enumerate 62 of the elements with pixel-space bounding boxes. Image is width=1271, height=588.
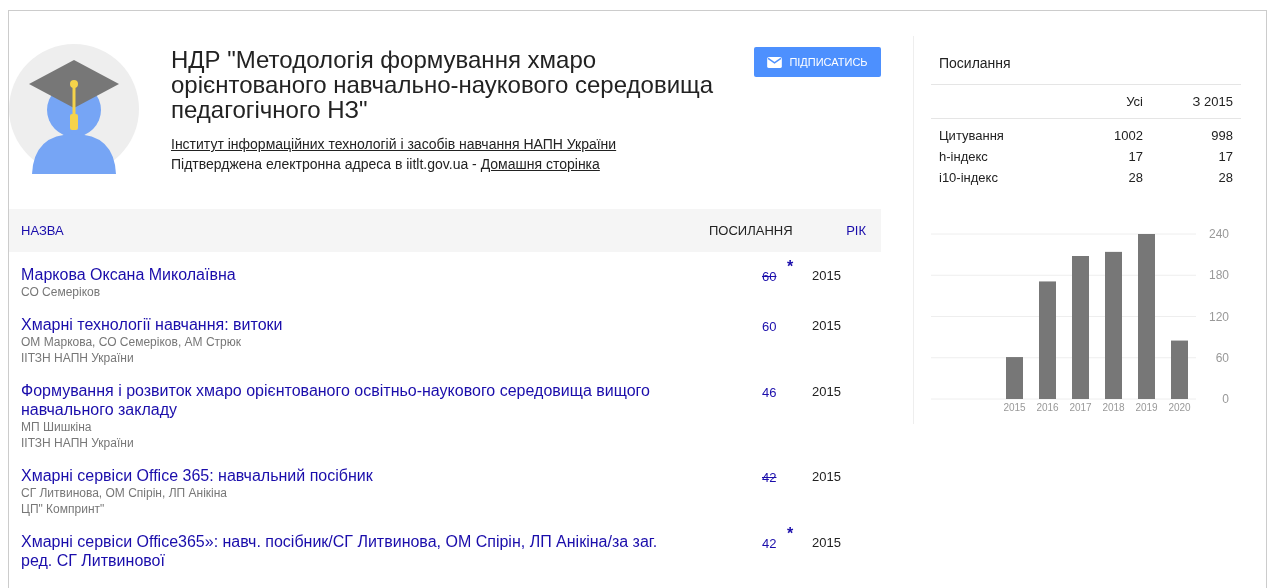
homepage-link[interactable]: Домашня сторінка	[480, 156, 600, 172]
article-meta: ІІТЗН НАПН України	[21, 350, 135, 366]
chart-bar[interactable]	[1072, 256, 1089, 399]
x-tick-label: 2016	[1036, 402, 1059, 413]
year-cell-text: 2015	[811, 267, 842, 285]
year-cell-text: 2015	[811, 468, 842, 486]
stat-label: i10-індекс	[939, 169, 999, 187]
article-meta: ЦП" Компринт"	[21, 501, 106, 517]
column-header[interactable]: ПОСИЛАННЯ	[709, 223, 809, 238]
stat-value: 28	[1217, 169, 1233, 187]
stat-value: 17	[1127, 148, 1143, 166]
article-title-link[interactable]: Хмарні сервіси Office 365: навчальний посібник	[21, 466, 689, 485]
article-title-link[interactable]: Формування і розвиток хмаро орієнтованого освітньо-наукового середовища вищого навчального закладу	[21, 381, 689, 419]
article-meta: ОМ Маркова, СО Семеріков, АМ Стрюк	[21, 334, 242, 350]
avatar-icon	[9, 44, 139, 174]
article-title-link[interactable]: Хмарні технології навчання: витоки	[21, 315, 689, 334]
column-header[interactable]: РІК	[809, 223, 881, 238]
article-meta: СГ Литвинова, ОМ Спірін, ЛП Анікіна	[21, 485, 228, 501]
citation-count-link[interactable]: 60	[762, 269, 777, 284]
citation-count-link[interactable]: 60	[762, 319, 777, 334]
x-tick-label: 2015	[1003, 402, 1026, 413]
chart-bar[interactable]	[1105, 251, 1122, 399]
stat-value: 17	[1217, 148, 1233, 166]
y-tick-label: 240	[1208, 227, 1229, 241]
year-cell-text: 2015	[811, 383, 842, 401]
x-tick-label: 2020	[1168, 402, 1191, 413]
citation-count-link[interactable]: 42	[762, 470, 777, 485]
panel-title: Посилання	[931, 36, 1241, 85]
email-note: Підтверджена електронна адреса в iitlt.gov.ua - Домашня сторінка	[171, 156, 601, 172]
stat-value: 1002	[1113, 127, 1143, 145]
x-tick-label: 2017	[1069, 402, 1092, 413]
year-cell-text: 2015	[811, 317, 842, 335]
merged-star-mark[interactable]: *	[787, 525, 794, 543]
chart-bar[interactable]	[1171, 340, 1188, 399]
column-header[interactable]: НАЗВА	[21, 223, 709, 238]
affiliation-link[interactable]: Інститут інформаційних технологій і засобів навчання НАПН України	[171, 136, 736, 152]
mail-icon	[767, 56, 783, 68]
article-title-link[interactable]: Хмарні сервіси Office365»: навч. посібник/СГ Литвинова, ОМ Спірін, ЛП Анікіна/за заг. ред. СГ Литвинової	[21, 532, 689, 570]
y-tick-label: 120	[1208, 309, 1229, 324]
citation-count-link[interactable]: 42	[762, 536, 777, 551]
stats-column-header: Усі	[1125, 93, 1143, 111]
stat-label: Цитування	[939, 127, 1005, 145]
stat-value: 28	[1127, 169, 1143, 187]
article-title-link[interactable]: Маркова Оксана Миколаївна	[21, 265, 689, 284]
profile-title: НДР "Методологія формування хмаро орієнтованого навчально-наукового середовища педагогічного НЗ"	[171, 47, 715, 122]
article-meta: МП Шишкіна	[21, 419, 93, 435]
chart-bar[interactable]	[1006, 357, 1023, 399]
y-tick-label: 0	[1222, 392, 1229, 406]
y-tick-label: 60	[1215, 350, 1229, 365]
chart-bar[interactable]	[1039, 281, 1056, 399]
x-tick-label: 2018	[1102, 402, 1125, 413]
stat-value: 998	[1210, 127, 1233, 145]
y-tick-label: 180	[1208, 268, 1229, 283]
citation-count-link[interactable]: 46	[762, 385, 777, 400]
article-meta: СО Семеріков	[21, 284, 102, 300]
x-tick-label: 2019	[1135, 402, 1158, 413]
stats-column-header: З 2015	[1191, 93, 1233, 111]
chart-bar[interactable]	[1138, 234, 1155, 399]
article-meta: ІІТЗН НАПН України	[21, 435, 135, 451]
stat-label: h-індекс	[939, 148, 989, 166]
merged-star-mark[interactable]: *	[787, 258, 794, 276]
year-cell-text: 2015	[811, 534, 842, 552]
